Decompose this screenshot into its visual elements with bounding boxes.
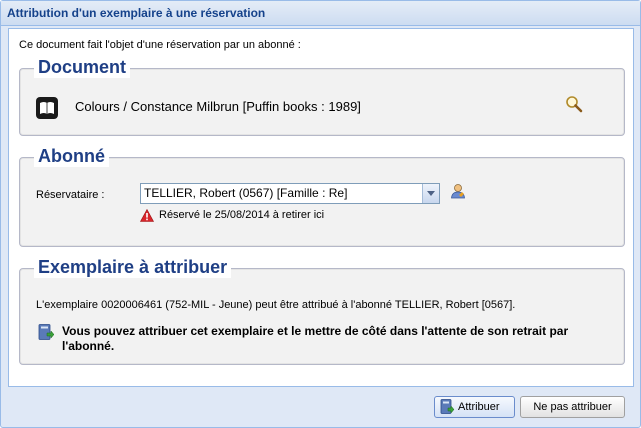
- exemplaire-info: Vous pouvez attribuer cet exemplaire et …: [62, 324, 569, 353]
- exemplaire-legend: Exemplaire à attribuer: [34, 256, 232, 278]
- abonne-section: Abonné Réservataire : TELLIER, Robert (0…: [19, 145, 625, 247]
- book-icon: [36, 97, 58, 119]
- reservataire-value: TELLIER, Robert (0567) [Famille : Re]: [144, 186, 348, 200]
- ne-pas-attribuer-label: Ne pas attribuer: [533, 401, 612, 413]
- document-title: Colours / Constance Milbrun [Puffin book…: [75, 99, 361, 114]
- attribuer-icon: [440, 399, 455, 414]
- exemplaire-section: Exemplaire à attribuer L'exemplaire 0020…: [19, 256, 625, 365]
- reservataire-label: Réservataire :: [36, 189, 105, 201]
- warning-icon: [140, 209, 154, 222]
- chevron-down-icon[interactable]: [422, 184, 439, 203]
- intro-text: Ce document fait l'objet d'une réservati…: [19, 39, 301, 51]
- dialog-titlebar[interactable]: Attribution d'un exemplaire à une réserv…: [1, 1, 640, 26]
- dialog-window: Attribution d'un exemplaire à une réserv…: [0, 0, 641, 428]
- reservation-warning: Réservé le 25/08/2014 à retirer ici: [159, 209, 325, 221]
- user-icon[interactable]: [450, 183, 466, 199]
- dialog-title: Attribution d'un exemplaire à une réserv…: [7, 6, 266, 20]
- document-legend: Document: [34, 56, 131, 78]
- info-book-icon: [38, 324, 54, 340]
- reservataire-select[interactable]: TELLIER, Robert (0567) [Famille : Re]: [140, 183, 440, 204]
- attribuer-button[interactable]: Attribuer: [434, 396, 515, 418]
- attribuer-label: Attribuer: [458, 401, 500, 413]
- dialog-body: Ce document fait l'objet d'une réservati…: [8, 28, 634, 387]
- magnifier-icon[interactable]: [565, 95, 583, 113]
- exemplaire-text: L'exemplaire 0020006461 (752-MIL - Jeune…: [36, 299, 516, 311]
- ne-pas-attribuer-button[interactable]: Ne pas attribuer: [520, 396, 625, 418]
- document-section: Document Colours / Constance Milbrun [Pu…: [19, 56, 625, 136]
- abonne-legend: Abonné: [34, 145, 109, 167]
